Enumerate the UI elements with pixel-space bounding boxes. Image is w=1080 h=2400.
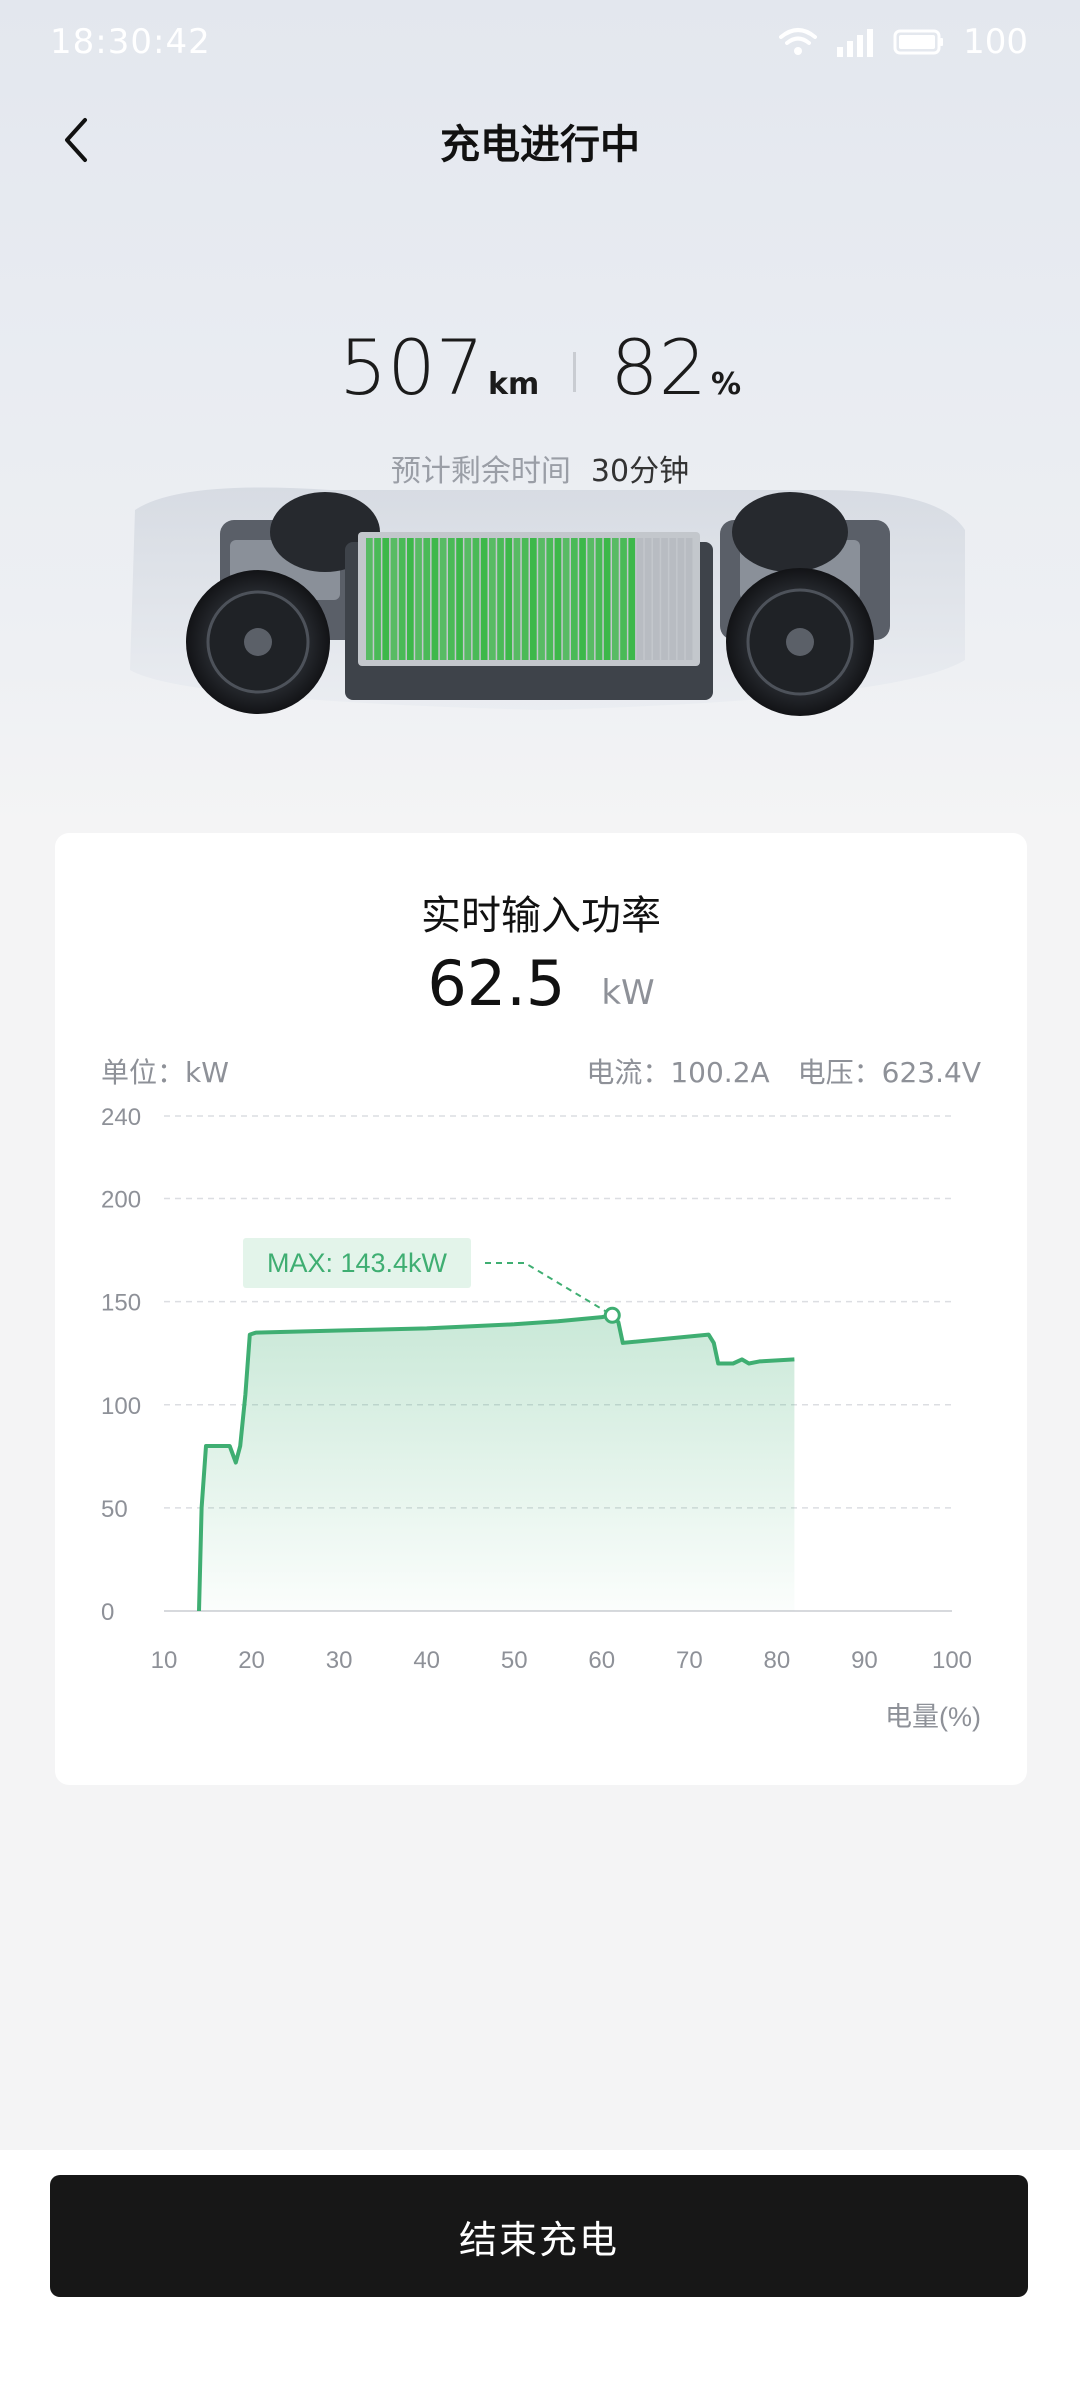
battery-cell	[407, 538, 414, 660]
power-card: 实时输入功率 62.5 kW 单位：kW 电流：100.2A 电压：623.4V…	[55, 833, 1027, 1785]
page-title: 充电进行中	[440, 122, 640, 168]
battery-cell	[513, 538, 521, 660]
x-axis-label: 电量(%)	[885, 1702, 981, 1732]
battery-cell	[571, 538, 578, 660]
battery-cell	[587, 538, 595, 660]
y-tick-label: 0	[101, 1599, 114, 1626]
max-annotation-label: MAX: 143.4kW	[267, 1248, 448, 1278]
soc-value: 82	[610, 323, 707, 412]
battery-cell	[497, 538, 504, 660]
x-tick-label: 90	[851, 1647, 878, 1674]
y-tick-label: 200	[101, 1187, 141, 1214]
x-tick-label: 40	[413, 1647, 440, 1674]
battery-level: 100	[963, 22, 1028, 62]
battery-cell	[472, 538, 480, 660]
end-charging-button[interactable]: 结束充电	[50, 2175, 1028, 2297]
battery-cell	[546, 538, 554, 660]
x-tick-label: 50	[501, 1647, 528, 1674]
battery-cell	[612, 538, 619, 660]
battery-cell	[530, 538, 537, 660]
car-chassis-illustration	[130, 487, 965, 716]
battery-cell	[505, 538, 513, 660]
status-bar: 18:30:42 100	[0, 0, 1080, 90]
battery-cell	[636, 538, 644, 660]
battery-cell	[382, 538, 390, 660]
battery-cell	[456, 538, 463, 660]
y-tick-label: 100	[101, 1393, 141, 1420]
charge-stats: 507 km 82 %	[0, 330, 1080, 406]
x-tick-label: 20	[238, 1647, 265, 1674]
battery-cell	[480, 538, 488, 660]
x-tick-label: 30	[326, 1647, 353, 1674]
battery-cell	[685, 538, 693, 660]
stat-divider	[573, 352, 577, 392]
x-tick-label: 70	[676, 1647, 703, 1674]
soc-unit: %	[710, 367, 742, 402]
battery-cell	[423, 538, 431, 660]
battery-cell	[521, 538, 529, 660]
battery-cell	[603, 538, 611, 660]
status-icons: 100	[779, 22, 1028, 62]
wifi-icon	[779, 27, 818, 57]
battery-cell	[554, 538, 562, 660]
battery-cell	[439, 538, 447, 660]
battery-cell	[661, 538, 668, 660]
battery-cell	[669, 538, 677, 660]
battery-cell	[562, 538, 570, 660]
power-chart: MAX: 143.4kW 0 50 100 150 200 240 10 20 30 40 50 60…	[101, 1104, 981, 1732]
battery-cell	[431, 538, 439, 660]
range-value: 507	[338, 323, 485, 412]
battery-cell	[579, 538, 586, 660]
x-tick-label: 10	[151, 1647, 178, 1674]
battery-cell	[366, 538, 373, 660]
battery-cell	[415, 538, 422, 660]
battery-cell	[595, 538, 603, 660]
battery-cell	[628, 538, 636, 660]
max-point-marker	[603, 1306, 621, 1324]
battery-icon	[893, 28, 945, 56]
battery-cell	[374, 538, 381, 660]
status-time: 18:30:42	[50, 22, 211, 62]
battery-cell	[538, 538, 545, 660]
battery-cell	[489, 538, 496, 660]
battery-cell	[398, 538, 406, 660]
battery-cell	[620, 538, 627, 660]
y-tick-label: 240	[101, 1104, 141, 1131]
y-tick-label: 150	[101, 1290, 141, 1317]
x-tick-label: 100	[932, 1647, 972, 1674]
x-tick-label: 80	[764, 1647, 791, 1674]
battery-cell	[464, 538, 472, 660]
x-tick-label: 60	[588, 1647, 615, 1674]
series-area	[199, 1315, 795, 1611]
battery-cell	[644, 538, 652, 660]
battery-cell	[448, 538, 455, 660]
battery-cell	[653, 538, 660, 660]
annotation-leader	[485, 1262, 613, 1317]
battery-cell	[390, 538, 398, 660]
y-tick-label: 50	[101, 1496, 128, 1523]
battery-cell	[677, 538, 685, 660]
range-unit: km	[488, 367, 540, 402]
signal-icon	[835, 27, 875, 57]
